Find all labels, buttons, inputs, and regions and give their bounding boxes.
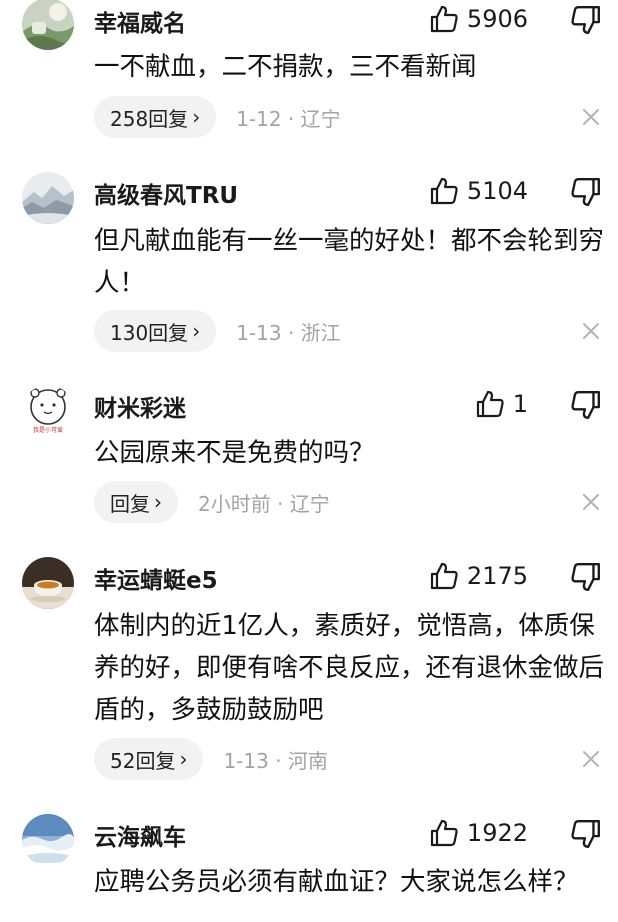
reply-button[interactable]: 回复 › bbox=[94, 481, 178, 523]
close-icon[interactable] bbox=[580, 320, 602, 342]
reply-button[interactable]: 130回复 › bbox=[94, 310, 217, 352]
chevron-right-icon: › bbox=[154, 490, 162, 514]
comment-item: 高级春风TRU 5104 但凡献血能有一丝一毫的好处！都不会轮到穷人！ 130回… bbox=[0, 172, 618, 372]
thumbs-up-icon bbox=[430, 5, 458, 33]
comment-date: 1-13 bbox=[223, 748, 269, 773]
meta-separator: · bbox=[287, 320, 295, 345]
like-count: 1922 bbox=[466, 819, 528, 847]
comment-date: 1-13 bbox=[236, 320, 282, 345]
close-icon[interactable] bbox=[580, 106, 602, 128]
dislike-button[interactable] bbox=[570, 176, 602, 208]
comment-text: 一不献血，二不捐款，三不看新闻 bbox=[94, 52, 477, 82]
dislike-button[interactable] bbox=[570, 389, 602, 421]
comment-date: 1-12 bbox=[236, 106, 282, 131]
comment-meta: 258回复 › 1-12 · 辽宁 bbox=[94, 96, 341, 138]
comment-item: 我是小可爱 财米彩迷 1 公园原来不是免费的吗？ 回复 › 2小时前 · 辽宁 bbox=[0, 385, 618, 535]
thumbs-up-icon bbox=[430, 177, 458, 205]
reply-label: 130回复 bbox=[110, 320, 189, 345]
dislike-button[interactable] bbox=[570, 818, 602, 850]
comment-location: 辽宁 bbox=[300, 106, 341, 131]
thumbs-down-icon bbox=[571, 391, 600, 419]
like-button[interactable]: 1 bbox=[475, 387, 528, 421]
like-count: 1 bbox=[512, 390, 528, 418]
meta-separator: · bbox=[287, 106, 295, 131]
reply-button[interactable]: 258回复 › bbox=[94, 96, 217, 138]
comment-location: 辽宁 bbox=[289, 491, 330, 516]
sea-of-clouds-avatar-icon[interactable] bbox=[22, 814, 74, 866]
reply-label: 52回复 bbox=[110, 748, 176, 773]
comment-item: 幸运蜻蜓e5 2175 体制内的近1亿人，素质好，觉悟高，体质保养的好，即便有啥… bbox=[0, 557, 618, 797]
comment-location: 浙江 bbox=[300, 320, 341, 345]
thumbs-down-icon bbox=[571, 6, 600, 34]
dislike-button[interactable] bbox=[570, 4, 602, 36]
thumbs-up-icon bbox=[430, 562, 458, 590]
comment-time: 2小时前 · 辽宁 bbox=[198, 488, 330, 517]
username[interactable]: 云海飙车 bbox=[94, 818, 186, 852]
comment-time: 1-13 · 河南 bbox=[223, 745, 327, 774]
like-button[interactable]: 5906 bbox=[429, 2, 528, 36]
like-button[interactable]: 5104 bbox=[429, 174, 528, 208]
username[interactable]: 幸福威名 bbox=[94, 4, 186, 38]
chevron-right-icon: › bbox=[192, 319, 201, 343]
comment-item: 幸福威名 5906 一不献血，二不捐款，三不看新闻 258回复 › 1-12 ·… bbox=[0, 0, 618, 160]
comment-date: 2小时前 bbox=[198, 491, 271, 516]
thumbs-up-icon bbox=[430, 819, 458, 847]
comment-time: 1-13 · 浙江 bbox=[236, 317, 340, 346]
close-icon[interactable] bbox=[580, 491, 602, 513]
comment-text: 应聘公务员必须有献血证？大家说怎么样？ bbox=[94, 867, 579, 897]
mountain-avatar-icon[interactable] bbox=[22, 172, 74, 224]
reply-button[interactable]: 52回复 › bbox=[94, 738, 204, 780]
reply-label: 258回复 bbox=[110, 106, 189, 131]
thumbs-down-icon bbox=[571, 178, 600, 206]
username[interactable]: 高级春风TRU bbox=[94, 176, 238, 210]
comment-text: 但凡献血能有一丝一毫的好处！都不会轮到穷人！ bbox=[94, 226, 605, 298]
username[interactable]: 财米彩迷 bbox=[94, 389, 186, 423]
cartoon-bear-avatar-icon[interactable]: 我是小可爱 bbox=[22, 385, 74, 437]
like-count: 2175 bbox=[466, 562, 528, 590]
comment-meta: 52回复 › 1-13 · 河南 bbox=[94, 738, 328, 780]
avatar-caption: 我是小可爱 bbox=[33, 426, 63, 434]
thumbs-up-icon bbox=[476, 390, 504, 418]
dislike-button[interactable] bbox=[570, 561, 602, 593]
meta-separator: · bbox=[275, 748, 282, 773]
like-count: 5906 bbox=[466, 5, 528, 33]
landscape-avatar-icon[interactable] bbox=[22, 0, 74, 50]
comment-item: 云海飙车 1922 应聘公务员必须有献血证？大家说怎么样？ bbox=[0, 814, 618, 922]
close-icon[interactable] bbox=[580, 748, 602, 770]
comment-text: 体制内的近1亿人，素质好，觉悟高，体质保养的好，即便有啥不良反应，还有退休金做后… bbox=[94, 611, 605, 725]
comment-meta: 130回复 › 1-13 · 浙江 bbox=[94, 310, 341, 352]
thumbs-down-icon bbox=[571, 820, 600, 848]
comment-location: 河南 bbox=[287, 748, 328, 773]
chevron-right-icon: › bbox=[179, 747, 188, 771]
like-count: 5104 bbox=[466, 177, 528, 205]
like-button[interactable]: 2175 bbox=[429, 559, 528, 593]
tea-cup-avatar-icon[interactable] bbox=[22, 557, 74, 609]
username[interactable]: 幸运蜻蜓e5 bbox=[94, 561, 218, 595]
comment-meta: 回复 › 2小时前 · 辽宁 bbox=[94, 481, 330, 523]
reply-label: 回复 bbox=[110, 491, 150, 516]
comment-text: 公园原来不是免费的吗？ bbox=[94, 438, 375, 468]
thumbs-down-icon bbox=[571, 563, 600, 591]
comment-time: 1-12 · 辽宁 bbox=[236, 103, 340, 132]
meta-separator: · bbox=[277, 491, 284, 516]
like-button[interactable]: 1922 bbox=[429, 816, 528, 850]
chevron-right-icon: › bbox=[192, 105, 201, 129]
